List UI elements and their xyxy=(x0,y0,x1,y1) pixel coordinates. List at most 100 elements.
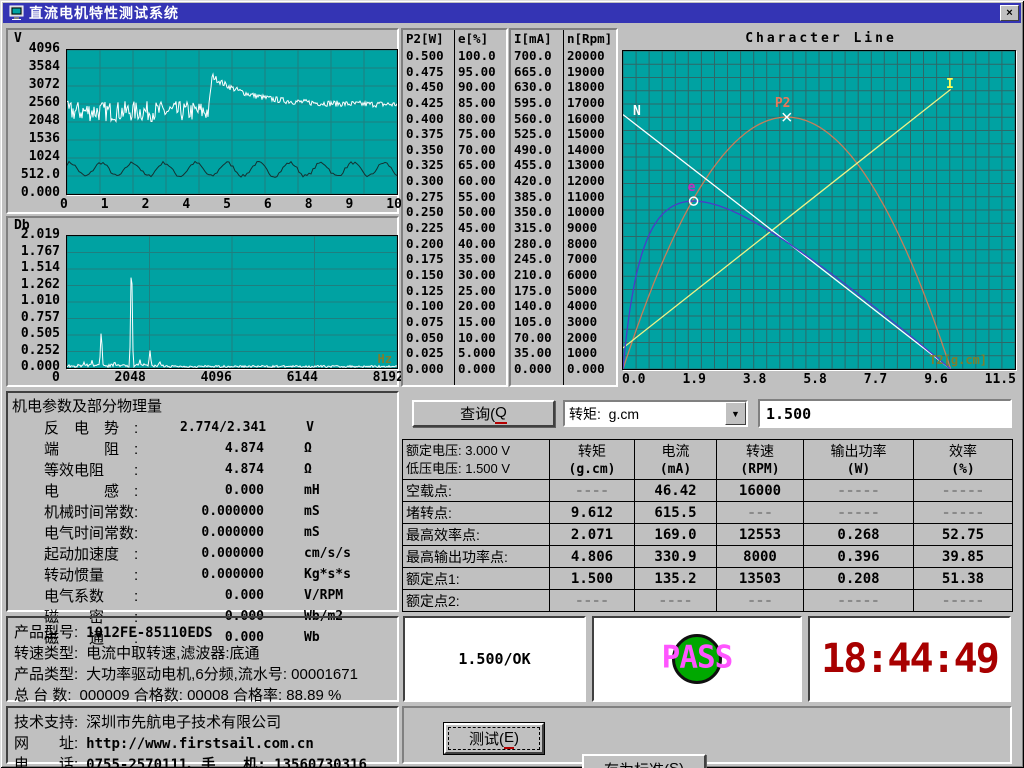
tick-label: 1.262 xyxy=(21,278,60,292)
scale-value: 2000 xyxy=(567,330,616,345)
scale-value: 15000 xyxy=(567,126,616,141)
tick-label: 2048 xyxy=(29,114,60,128)
info-value: 000009 合格数: 00008 合格率: 88.89 % xyxy=(80,684,342,705)
scale-value: 7000 xyxy=(567,251,616,266)
table-cell: 52.75 xyxy=(914,524,1013,546)
close-icon: × xyxy=(1006,7,1012,19)
scale-value: 14000 xyxy=(567,142,616,157)
params-panel: 机电参数及部分物理量 反 电 势 :2.774/2.341V端 阻 :4.874… xyxy=(6,391,399,612)
scale-value: 85.00 xyxy=(458,95,506,110)
scale-value: 17000 xyxy=(567,95,616,110)
character-x-axis-label: T2[g.cm] xyxy=(929,353,987,367)
param-row: 机械时间常数:0.000000mS xyxy=(8,501,393,522)
param-label: 起动加速度 : xyxy=(8,543,180,564)
param-unit: Ω xyxy=(304,462,312,477)
scale-value: 70.00 xyxy=(514,330,563,345)
table-cell: 16000 xyxy=(717,480,804,502)
spectrum-plot: Hz xyxy=(66,235,398,369)
combobox-value: 转矩: g.cm xyxy=(565,404,725,424)
table-row: 额定点2:--------------------- xyxy=(403,590,1013,612)
chevron-down-icon[interactable]: ▼ xyxy=(725,402,746,425)
scale-value: 140.0 xyxy=(514,298,563,313)
info-label: 总 台 数: xyxy=(14,684,72,705)
pass-label: PASS xyxy=(662,640,733,676)
scale-value: 19000 xyxy=(567,64,616,79)
scale-value: 105.0 xyxy=(514,314,563,329)
row-label: 堵转点: xyxy=(403,502,550,524)
scale-value: 0.425 xyxy=(406,95,454,110)
scale-value: 665.0 xyxy=(514,64,563,79)
close-button[interactable]: × xyxy=(1000,5,1019,21)
tick-label: 9.6 xyxy=(924,372,947,386)
torque-value-input[interactable] xyxy=(758,399,1012,428)
param-value: 2.774/2.341 xyxy=(180,420,266,435)
param-label: 反 电 势 : xyxy=(8,417,180,438)
title-bar: 直流电机特性测试系统 × xyxy=(3,3,1021,23)
tick-label: 9 xyxy=(345,197,353,211)
table-cell: ----- xyxy=(914,480,1013,502)
scale-value: 15.00 xyxy=(458,314,506,329)
window-title: 直流电机特性测试系统 xyxy=(29,3,1000,23)
info-label: 电 话: xyxy=(14,753,78,768)
scale-value: 0.275 xyxy=(406,189,454,204)
info-row: 网 址:http://www.firstsail.com.cn xyxy=(14,732,393,753)
torque-unit-combobox[interactable]: 转矩: g.cm ▼ xyxy=(563,400,748,427)
scale-value: 350.0 xyxy=(514,204,563,219)
scale-value: 0.000 xyxy=(406,361,454,376)
scale-value: 75.00 xyxy=(458,126,506,141)
table-cell: 8000 xyxy=(717,546,804,568)
table-cell: ----- xyxy=(914,590,1013,612)
scope-panel: V 4096358430722560204815361024512.00.000… xyxy=(6,28,399,214)
scale-value: 245.0 xyxy=(514,251,563,266)
scale-value: 0.300 xyxy=(406,173,454,188)
param-value: 0.000 xyxy=(180,588,264,603)
scale-value: 210.0 xyxy=(514,267,563,282)
info-row: 产品类型:大功率驱动电机,6分频,流水号: 00001671 xyxy=(14,663,393,684)
status-text: 1.500/OK xyxy=(458,650,530,668)
save-standard-button[interactable]: 存为标准(S) xyxy=(582,754,706,768)
scale-value: 3000 xyxy=(567,314,616,329)
svg-text:I: I xyxy=(946,77,954,92)
table-cell: --- xyxy=(717,502,804,524)
query-button-hotkey: Q xyxy=(495,405,507,424)
table-cell: 615.5 xyxy=(635,502,717,524)
tick-label: 7.7 xyxy=(864,372,887,386)
scale-value: 0.450 xyxy=(406,79,454,94)
table-cell: 39.85 xyxy=(914,546,1013,568)
table-cell: 51.38 xyxy=(914,568,1013,590)
support-panel: 技术支持:深圳市先航电子技术有限公司网 址:http://www.firstsa… xyxy=(6,706,399,764)
query-button[interactable]: 查询(Q xyxy=(412,400,555,427)
scale-value: 0.000 xyxy=(567,361,616,376)
app-window: 直流电机特性测试系统 × V 4096358430722560204815361… xyxy=(0,0,1024,768)
info-value: http://www.firstsail.com.cn xyxy=(86,736,314,752)
info-value: 1012FE-85110EDS xyxy=(86,625,212,641)
scale-value: 1000 xyxy=(567,345,616,360)
tick-label: 4096 xyxy=(201,370,232,384)
param-value: 0.000000 xyxy=(180,525,264,540)
tick-label: 0 xyxy=(52,370,60,384)
scale-value: 55.00 xyxy=(458,189,506,204)
table-header-voltages: 额定电压: 3.000 V低压电压: 1.500 V xyxy=(403,440,550,480)
param-label: 机械时间常数: xyxy=(8,501,180,522)
test-button[interactable]: 测试(E) xyxy=(444,723,544,754)
spectrum-x-axis: 02048409661448192 xyxy=(52,370,404,384)
tick-label: 1.767 xyxy=(21,245,60,259)
table-column-header: 转矩(g.cm) xyxy=(550,440,635,480)
scale-value: 315.0 xyxy=(514,220,563,235)
param-unit: mS xyxy=(304,525,320,540)
param-value: 4.874 xyxy=(180,441,264,456)
scale-value: 13000 xyxy=(567,157,616,172)
table-cell: 0.208 xyxy=(804,568,914,590)
param-label: 电气时间常数: xyxy=(8,522,180,543)
param-row: 端 阻 :4.874Ω xyxy=(8,438,393,459)
info-label: 产品型号: xyxy=(14,621,78,642)
row-label: 额定点1: xyxy=(403,568,550,590)
character-chart-panel: Character Line NP2Ie T2[g.cm] 0.01.93.85… xyxy=(620,28,1022,387)
results-table: 额定电压: 3.000 V低压电压: 1.500 V转矩(g.cm)电流(mA)… xyxy=(402,439,1013,612)
scale-value: 20.00 xyxy=(458,298,506,313)
tick-label: 2.019 xyxy=(21,228,60,242)
table-cell: 4.806 xyxy=(550,546,635,568)
param-row: 起动加速度 :0.000000cm/s/s xyxy=(8,543,393,564)
scale-value: 20000 xyxy=(567,48,616,63)
scale-value: 30.00 xyxy=(458,267,506,282)
